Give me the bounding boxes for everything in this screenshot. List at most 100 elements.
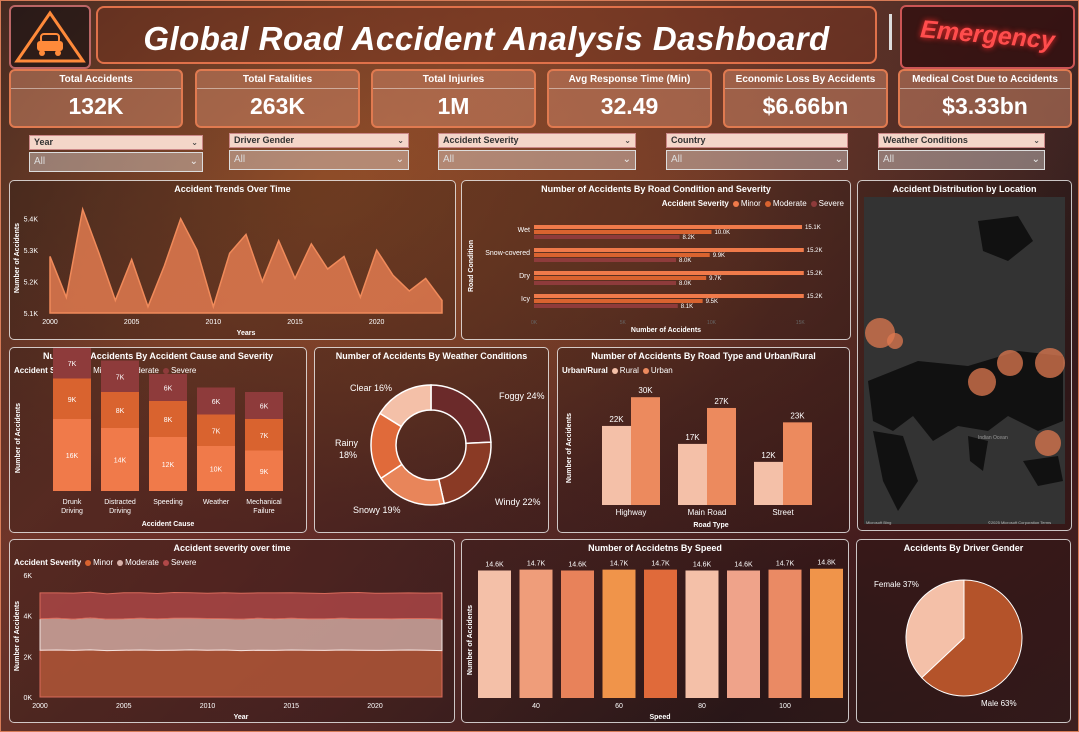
panel-accident-cause: Number of Accidents By Accident Cause an… <box>9 347 307 533</box>
chevron-down-icon[interactable]: ⌄ <box>190 153 198 171</box>
chevron-down-icon[interactable]: ⌄ <box>191 136 198 149</box>
bar <box>534 253 710 257</box>
category-label: Wet <box>518 227 530 234</box>
slicer-value: All <box>671 154 683 165</box>
chart-road-condition: Wet 15.1K 10.0K 8.2K Snow-covered 15.2K 9.9K 8.… <box>468 225 823 334</box>
kpi-total-injuries: Total Injuries 1M <box>371 69 536 128</box>
map-bubble[interactable] <box>997 350 1023 376</box>
map-provider: Microsoft Bing <box>866 520 891 525</box>
y-tick-label: 4K <box>23 614 32 621</box>
slicer-country[interactable]: Country All ⌄ <box>666 133 848 171</box>
data-label: 15.2K <box>807 271 823 277</box>
data-label: 27K <box>714 397 729 406</box>
data-label: 14.6K <box>485 561 504 568</box>
category-label: Distracted <box>104 499 136 506</box>
category-label: Street <box>772 508 794 517</box>
chevron-down-icon[interactable]: ⌄ <box>397 134 404 147</box>
slice-label: 18% <box>339 450 357 460</box>
data-label: 9.7K <box>709 276 721 282</box>
kpi-label: Total Accidents <box>59 74 133 85</box>
chevron-down-icon[interactable]: ⌄ <box>1032 151 1040 169</box>
map-bubble[interactable] <box>887 333 903 349</box>
x-axis-label: Speed <box>649 714 670 721</box>
dashboard-header: Global Road Accident Analysis Dashboard <box>96 6 877 64</box>
data-label: 14.7K <box>776 561 795 568</box>
slicer-driver-gender[interactable]: Driver Gender ⌄ All ⌄ <box>229 133 409 171</box>
slicer-year[interactable]: Year ⌄ All ⌄ <box>29 135 203 173</box>
slicer-value: All <box>234 154 246 165</box>
category-label: Driving <box>109 508 131 515</box>
data-label: 10K <box>210 467 223 474</box>
slice-label: Male 63% <box>981 699 1017 708</box>
slicer-value: All <box>883 154 895 165</box>
x-tick-label: 60 <box>615 703 623 710</box>
bar <box>754 461 783 505</box>
bar <box>534 294 804 298</box>
bar <box>561 570 594 698</box>
panel-road-condition: Number of Accidents By Road Condition an… <box>461 180 851 340</box>
chevron-down-icon[interactable]: ⌄ <box>1033 134 1040 147</box>
kpi-value: $3.33bn <box>942 93 1028 119</box>
y-tick-label: 5.4K <box>24 217 39 224</box>
category-label: Snow-covered <box>485 250 530 257</box>
kpi-label: Avg Response Time (Min) <box>568 74 691 85</box>
slicer-weather-conditions[interactable]: Weather Conditions ⌄ All ⌄ <box>878 133 1045 171</box>
map-bubble[interactable] <box>1035 348 1065 378</box>
category-label: Icy <box>521 296 530 303</box>
category-label: Dry <box>519 273 530 280</box>
x-tick-label: 80 <box>698 703 706 710</box>
panel-gender: Accidents By Driver Gender Male 63% Femal… <box>856 539 1071 723</box>
bar <box>534 235 680 239</box>
y-axis-label: Road Condition <box>468 240 475 292</box>
data-label: 9K <box>260 469 269 476</box>
kpi-medical-cost: Medical Cost Due to Accidents $3.33bn <box>898 69 1072 128</box>
data-label: 14.8K <box>817 560 836 567</box>
x-tick-label: 100 <box>779 703 791 710</box>
kpi-total-fatalities: Total Fatalities 263K <box>195 69 360 128</box>
chevron-down-icon[interactable]: ⌄ <box>623 151 631 169</box>
map-bubble[interactable] <box>968 368 996 396</box>
data-label: 30K <box>638 386 653 395</box>
chart-road-type: 22K 30K Highway 17K 27K Main Road 12K 23K Street… <box>566 386 812 529</box>
slice-label: Female 37% <box>874 580 919 589</box>
slicer-accident-severity[interactable]: Accident Severity ⌄ All ⌄ <box>438 133 636 171</box>
kpi-value: 1M <box>437 93 470 119</box>
x-tick-label: 0K <box>531 320 538 326</box>
bar <box>534 230 712 234</box>
data-label: 14K <box>114 458 127 465</box>
kpi-value: $6.66bn <box>762 93 849 119</box>
data-label: 14.6K <box>568 561 587 568</box>
donut-slice <box>437 441 492 505</box>
chevron-down-icon[interactable]: ⌄ <box>396 151 404 169</box>
y-tick-label: 5.1K <box>24 311 39 318</box>
data-label: 14.7K <box>651 561 670 568</box>
bar <box>534 276 707 280</box>
category-label: Weather <box>203 499 230 506</box>
bar <box>478 570 511 698</box>
slice-label: Windy 22% <box>495 497 541 507</box>
bar <box>783 422 812 505</box>
data-label: 14.7K <box>527 561 546 568</box>
bar <box>727 570 760 698</box>
slicer-label: Accident Severity <box>443 135 519 145</box>
panel-accident-trends: Accident Trends Over Time 5.4K 5.3K 5.2K 5.… <box>9 180 456 340</box>
chevron-down-icon[interactable]: ⌄ <box>835 151 843 169</box>
chevron-down-icon[interactable]: ⌄ <box>624 134 631 147</box>
map-ocean-label: Indian Ocean <box>978 435 1008 441</box>
location-map[interactable]: Indian Ocean Microsoft Bing ©2025 Micros… <box>858 181 1071 530</box>
data-label: 17K <box>685 433 700 442</box>
map-bubble[interactable] <box>1035 430 1061 456</box>
slicer-label: Driver Gender <box>234 135 295 145</box>
data-label: 9.5K <box>706 299 718 305</box>
data-label: 6K <box>164 386 173 393</box>
y-tick-label: 5.3K <box>24 248 39 255</box>
bar <box>534 225 803 229</box>
bar <box>602 569 636 698</box>
data-label: 14.6K <box>734 561 753 568</box>
category-label: Driving <box>61 508 83 515</box>
data-label: 8.1K <box>681 304 693 310</box>
y-axis-label: Number of Accidents <box>14 601 21 671</box>
data-label: 12K <box>761 451 776 460</box>
bar <box>810 568 843 698</box>
accident-logo <box>9 5 91 69</box>
